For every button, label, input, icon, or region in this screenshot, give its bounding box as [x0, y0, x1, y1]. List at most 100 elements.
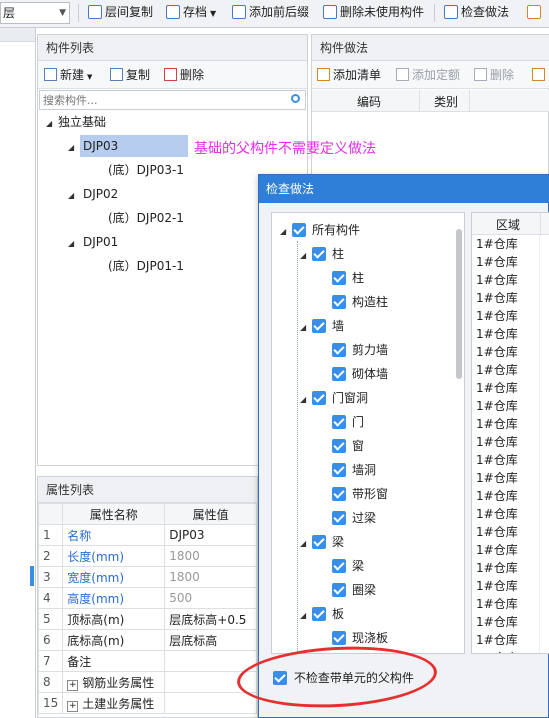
tree-checkbox[interactable]: [312, 535, 326, 549]
table-row[interactable]: 7 备注: [38, 650, 257, 672]
component-tree-item[interactable]: ◢ 板: [300, 603, 344, 625]
table-row[interactable]: 1 名称 DJP03: [38, 524, 257, 546]
table-row[interactable]: 6 底标高(m) 层底标高: [38, 629, 257, 651]
tree-scrollbar[interactable]: [456, 229, 462, 379]
component-tree-item[interactable]: 墙洞: [320, 459, 376, 481]
expanded-arrow-icon[interactable]: ◢: [280, 221, 292, 243]
result-row[interactable]: 1#仓库: [472, 379, 540, 397]
component-tree-item[interactable]: ◢ 门窗洞: [300, 387, 368, 409]
result-row[interactable]: 1#仓库: [472, 289, 540, 307]
tree-item-djp03[interactable]: ◢ DJP03: [68, 135, 188, 157]
left-strip-selection-marker[interactable]: [30, 566, 34, 586]
component-tree-item[interactable]: 圈梁: [320, 579, 376, 601]
component-tree-item[interactable]: 构造柱: [320, 291, 388, 313]
result-row[interactable]: 1#仓库: [472, 451, 540, 469]
result-row[interactable]: 1#仓库: [472, 523, 540, 541]
method-delete-button[interactable]: 删除: [474, 65, 514, 85]
component-tree-item[interactable]: 剪力墙: [320, 339, 388, 361]
component-tree-item[interactable]: 门: [320, 411, 364, 433]
result-row[interactable]: 1#仓库: [472, 307, 540, 325]
result-row[interactable]: 1#仓库: [472, 649, 540, 653]
tree-checkbox[interactable]: [292, 223, 306, 237]
component-tree-item[interactable]: 过梁: [320, 507, 376, 529]
result-row[interactable]: 1#仓库: [472, 343, 540, 361]
result-row[interactable]: 1#仓库: [472, 325, 540, 343]
add-quota-button[interactable]: 添加定额: [396, 65, 460, 85]
search-input[interactable]: [40, 91, 280, 109]
component-search-box[interactable]: [39, 90, 306, 110]
tree-checkbox[interactable]: [332, 559, 346, 573]
tree-checkbox[interactable]: [332, 415, 346, 429]
search-icon[interactable]: [291, 94, 300, 103]
query-icon[interactable]: [532, 65, 548, 85]
result-row[interactable]: 1#仓库: [472, 505, 540, 523]
result-row[interactable]: 1#仓库: [472, 433, 540, 451]
add-list-button[interactable]: 添加清单: [317, 65, 381, 85]
tree-root[interactable]: ◢ 独立基础: [46, 111, 106, 133]
expand-plus-icon[interactable]: +: [67, 700, 79, 712]
tree-checkbox[interactable]: [312, 319, 326, 333]
component-tree-item[interactable]: ◢ 柱: [300, 243, 344, 265]
tree-checkbox[interactable]: [332, 463, 346, 477]
component-tree-item[interactable]: 砌体墙: [320, 363, 388, 385]
result-row[interactable]: 1#仓库: [472, 631, 540, 649]
expanded-arrow-icon[interactable]: ◢: [300, 533, 312, 555]
tree-checkbox[interactable]: [332, 511, 346, 525]
tree-checkbox[interactable]: [332, 631, 346, 645]
tree-checkbox[interactable]: [332, 343, 346, 357]
tree-checkbox[interactable]: [332, 271, 346, 285]
tree-item-djp01[interactable]: ◢ DJP01: [68, 231, 118, 253]
layer-select[interactable]: 层 ▼: [0, 2, 70, 24]
result-row[interactable]: 1#仓库: [472, 559, 540, 577]
layer-copy-button[interactable]: 层间复制: [88, 0, 153, 24]
tree-checkbox[interactable]: [312, 247, 326, 261]
tree-checkbox[interactable]: [332, 367, 346, 381]
check-method-button[interactable]: 检查做法: [444, 0, 509, 24]
table-row[interactable]: 15 + 土建业务属性: [38, 692, 257, 714]
delete-unused-button[interactable]: 删除未使用构件: [323, 0, 424, 24]
result-row[interactable]: 1#仓库: [472, 235, 540, 253]
table-row[interactable]: 2 长度(mm) 1800: [38, 545, 257, 567]
result-row[interactable]: 1#仓库: [472, 613, 540, 631]
result-row[interactable]: 1#仓库: [472, 253, 540, 271]
table-row[interactable]: 8 + 钢筋业务属性: [38, 671, 257, 693]
result-row[interactable]: 1#仓库: [472, 361, 540, 379]
component-tree-item[interactable]: ◢ 墙: [300, 315, 344, 337]
result-row[interactable]: 1#仓库: [472, 487, 540, 505]
delete-button[interactable]: 删除: [164, 65, 204, 85]
prefix-suffix-button[interactable]: 添加前后缀: [232, 0, 309, 24]
tree-checkbox[interactable]: [312, 391, 326, 405]
expanded-arrow-icon[interactable]: ◢: [300, 245, 312, 267]
expanded-arrow-icon[interactable]: ◢: [300, 317, 312, 339]
component-tree-item[interactable]: 窗: [320, 435, 364, 457]
tree-checkbox[interactable]: [332, 487, 346, 501]
component-tree-item[interactable]: 柱: [320, 267, 364, 289]
result-row[interactable]: 1#仓库: [472, 469, 540, 487]
tree-item-djp02[interactable]: ◢ DJP02: [68, 183, 118, 205]
table-row[interactable]: 5 顶标高(m) 层底标高+0.5: [38, 608, 257, 630]
result-row[interactable]: 1#仓库: [472, 415, 540, 433]
table-row[interactable]: 4 高度(mm) 500: [38, 587, 257, 609]
result-row[interactable]: 1#仓库: [472, 271, 540, 289]
tree-child-djp01-1[interactable]: (底）DJP01-1: [108, 255, 184, 277]
tree-checkbox[interactable]: [332, 439, 346, 453]
tree-checkbox[interactable]: [312, 607, 326, 621]
result-row[interactable]: 1#仓库: [472, 577, 540, 595]
save-button[interactable]: 存档 ▼: [166, 0, 216, 24]
result-row[interactable]: 1#仓库: [472, 541, 540, 559]
result-row[interactable]: 1#仓库: [472, 397, 540, 415]
expanded-arrow-icon[interactable]: ◢: [300, 605, 312, 627]
expanded-arrow-icon[interactable]: ◢: [68, 233, 80, 255]
copy-button[interactable]: 复制: [110, 65, 150, 85]
component-tree-item[interactable]: 带形窗: [320, 483, 388, 505]
tree-child-djp03-1[interactable]: (底）DJP03-1: [108, 159, 184, 181]
expanded-arrow-icon[interactable]: ◢: [300, 389, 312, 411]
tree-child-djp02-1[interactable]: (底）DJP02-1: [108, 207, 184, 229]
new-button[interactable]: 新建 ▼: [44, 65, 92, 85]
tree-checkbox[interactable]: [332, 295, 346, 309]
component-tree-item[interactable]: ◢ 所有构件: [280, 219, 360, 241]
expanded-arrow-icon[interactable]: ◢: [68, 137, 80, 159]
table-row[interactable]: 3 宽度(mm) 1800: [38, 566, 257, 588]
expanded-arrow-icon[interactable]: ◢: [46, 113, 58, 135]
expanded-arrow-icon[interactable]: ◢: [68, 185, 80, 207]
